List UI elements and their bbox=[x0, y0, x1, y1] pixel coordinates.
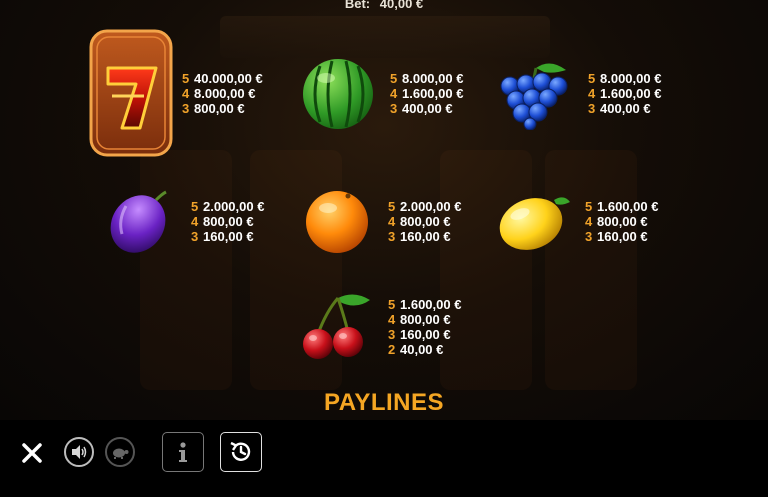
pay-row: 4 800,00 € bbox=[191, 214, 254, 229]
pay-row: 5 40.000,00 € bbox=[182, 71, 263, 86]
pay-row: 5 2.000,00 € bbox=[191, 199, 265, 214]
pay-row: 2 40,00 € bbox=[388, 342, 444, 357]
turbo-toggle-button[interactable] bbox=[105, 437, 135, 467]
pay-row: 4 800,00 € bbox=[388, 214, 451, 229]
game-logo-background bbox=[220, 16, 550, 58]
grapes-icon bbox=[500, 63, 568, 130]
pay-row: 4 800,00 € bbox=[388, 312, 451, 327]
bet-value: 40,00 € bbox=[379, 0, 424, 11]
pay-row: 3 160,00 € bbox=[585, 229, 648, 244]
pay-row: 5 8.000,00 € bbox=[390, 71, 464, 86]
pay-row: 5 8.000,00 € bbox=[588, 71, 662, 86]
bottom-toolbar bbox=[0, 420, 768, 497]
cherries-pays: 5 1.600,00 € 4 800,00 € 3 160,00 € 2 40,00 € bbox=[388, 297, 461, 357]
pay-row: 3 160,00 € bbox=[388, 327, 451, 342]
grapes-pays: 5 8.000,00 € 4 1.600,00 € 3 400,00 € bbox=[588, 71, 661, 116]
pay-row: 5 1.600,00 € bbox=[388, 297, 462, 312]
watermelon-pays: 5 8.000,00 € 4 1.600,00 € 3 400,00 € bbox=[390, 71, 463, 116]
info-icon bbox=[179, 442, 187, 462]
turtle-icon bbox=[113, 448, 129, 459]
background-reel bbox=[545, 150, 637, 390]
plum-pays: 5 2.000,00 € 4 800,00 € 3 160,00 € bbox=[191, 199, 264, 244]
plum-icon bbox=[110, 190, 167, 253]
orange-icon bbox=[306, 191, 368, 253]
close-button[interactable] bbox=[20, 441, 44, 465]
paytable-screen: Bet: 40,00 € 5 40.000,00 € 4 8.000,00 € 38… bbox=[0, 0, 768, 420]
paylines-heading: PAYLINES bbox=[323, 389, 445, 416]
lemon-icon bbox=[499, 197, 570, 250]
pay-row: 5 2.000,00 € bbox=[388, 199, 462, 214]
pay-row: 3 400,00 € bbox=[390, 101, 453, 116]
bet-display: Bet: 40,00 € bbox=[0, 0, 768, 11]
watermelon-icon bbox=[303, 59, 373, 129]
pay-row: 4 800,00 € bbox=[585, 214, 648, 229]
seven-pays: 5 40.000,00 € 4 8.000,00 € 3 800,00 € bbox=[182, 71, 263, 116]
info-button[interactable] bbox=[162, 432, 204, 472]
pay-row: 3 160,00 € bbox=[191, 229, 254, 244]
pay-row: 3 160,00 € bbox=[388, 229, 451, 244]
pay-row: 4 8.000,00 € bbox=[182, 86, 256, 101]
sound-toggle-button[interactable] bbox=[64, 437, 94, 467]
orange-pays: 5 2.000,00 € 4 800,00 € 3 160,00 € bbox=[388, 199, 461, 244]
bet-label: Bet: bbox=[344, 0, 371, 11]
pay-row: 4 1.600,00 € bbox=[588, 86, 662, 101]
history-button[interactable] bbox=[220, 432, 262, 472]
pay-row: 4 1.600,00 € bbox=[390, 86, 464, 101]
history-icon bbox=[230, 441, 251, 461]
cherries-icon bbox=[303, 294, 370, 359]
speaker-icon bbox=[72, 445, 87, 459]
pay-row: 5 1.600,00 € bbox=[585, 199, 659, 214]
pay-row: 3 800,00 € bbox=[182, 101, 245, 116]
pay-row: 3 400,00 € bbox=[588, 101, 651, 116]
close-icon bbox=[22, 443, 42, 463]
lemon-pays: 5 1.600,00 € 4 800,00 € 3 160,00 € bbox=[585, 199, 658, 244]
seven-icon bbox=[89, 29, 173, 157]
